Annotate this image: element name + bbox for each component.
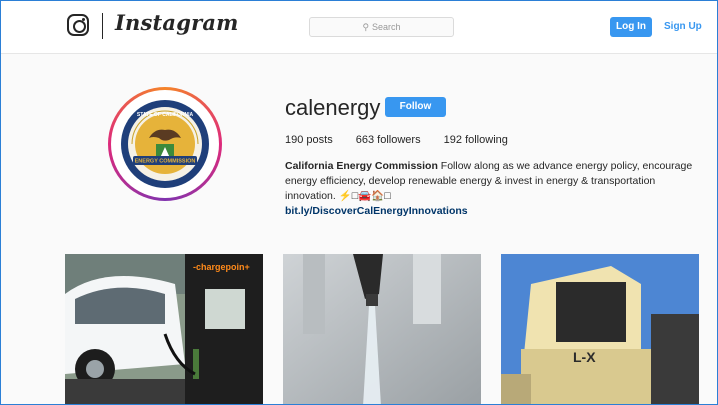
search-placeholder: Search [372,22,401,32]
search-input[interactable]: ⚲ Search [309,17,454,37]
ev-charging-photo: -chargepoin+ [65,254,263,404]
logo-divider [102,13,103,39]
svg-text:ENERGY COMMISSION: ENERGY COMMISSION [135,159,196,165]
post-thumbnail[interactable] [283,254,481,404]
posts-count: 190 posts [285,134,333,146]
svg-text:STATE OF CALIFORNIA: STATE OF CALIFORNIA [137,112,194,118]
login-button[interactable]: Log In [610,17,652,37]
chargepoint-brand-text: -chargepoin+ [193,262,250,272]
bio-full-name: California Energy Commission [285,160,438,172]
profile-avatar: ENERGY COMMISSION STATE OF CALIFORNIA [108,87,222,201]
followers-count[interactable]: 663 followers [356,134,421,146]
water-faucet-photo [283,254,481,404]
profile-bio: California Energy Commission Follow alon… [285,159,705,219]
top-navigation-bar: Instagram ⚲ Search Log In Sign Up [1,1,717,54]
profile-stats: 190 posts 663 followers 192 following [285,134,528,146]
construction-machine-photo: L-X [501,254,699,404]
california-energy-commission-seal-icon: ENERGY COMMISSION STATE OF CALIFORNIA [121,100,209,188]
profile-username: calenergy [285,95,381,120]
machine-label-text: L-X [573,349,596,365]
instagram-camera-icon[interactable] [67,14,89,36]
instagram-wordmark[interactable]: Instagram [115,10,239,35]
signup-link[interactable]: Sign Up [664,17,702,37]
bio-link[interactable]: bit.ly/DiscoverCalEnergyInnovations [285,204,705,219]
following-count[interactable]: 192 following [444,134,508,146]
search-icon: ⚲ [362,22,370,32]
post-thumbnail[interactable]: L-X [501,254,699,404]
browser-frame: Instagram ⚲ Search Log In Sign Up ENERGY … [0,0,718,405]
post-thumbnail[interactable]: -chargepoin+ [65,254,263,404]
follow-button[interactable]: Follow [385,97,446,117]
